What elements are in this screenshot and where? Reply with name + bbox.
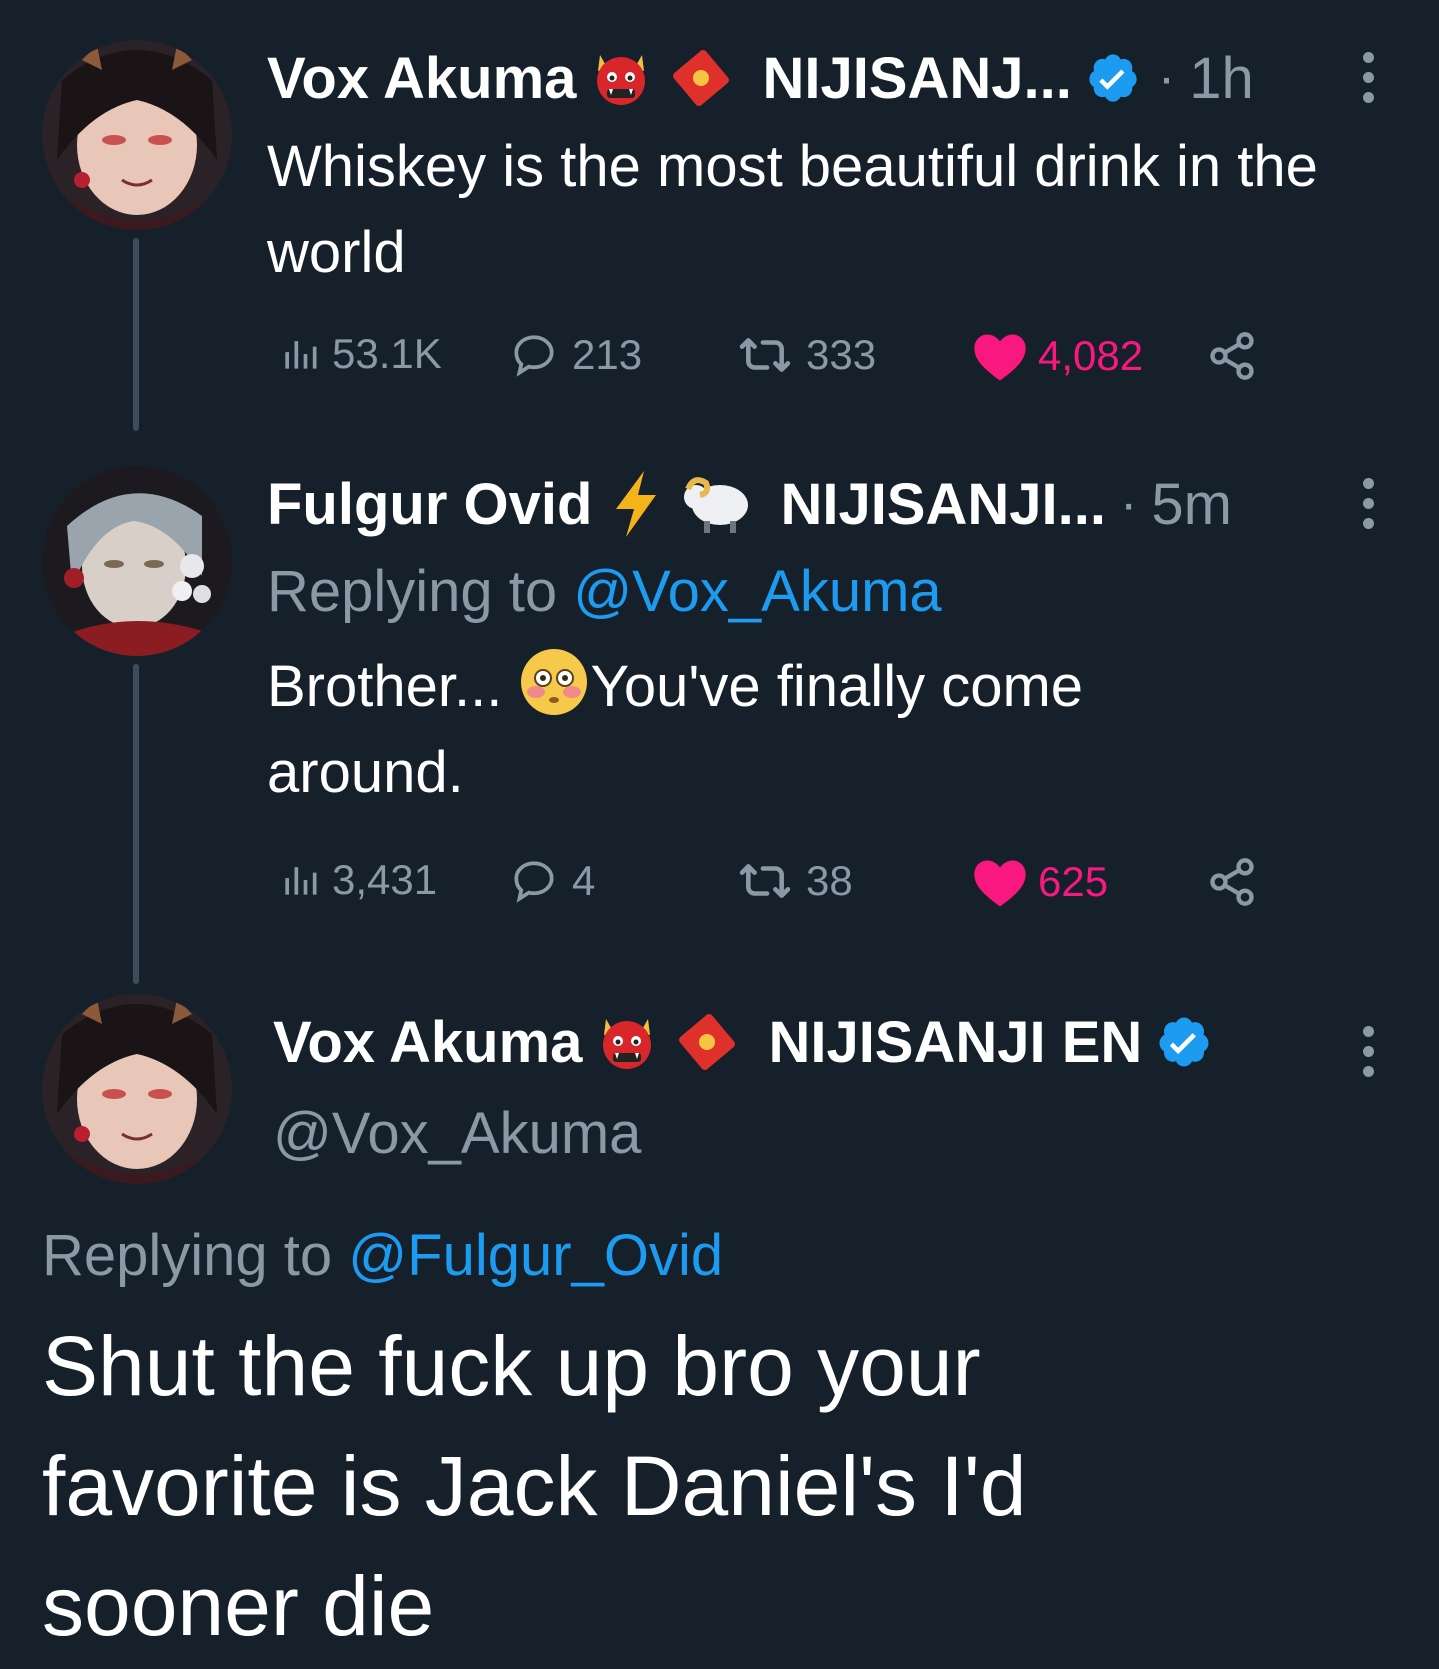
tweet2-text-before: Brother... [267, 654, 503, 719]
tweet2-author-name[interactable]: Fulgur Ovid [267, 471, 592, 538]
share-icon [1210, 858, 1254, 906]
verified-badge-icon [1089, 54, 1137, 102]
tweet2-replying-to-link[interactable]: @Vox_Akuma [573, 559, 941, 624]
tweet2-views-count: 3,431 [332, 856, 438, 903]
ogre-emoji-icon [597, 55, 646, 105]
tweet2-header: Fulgur Ovid NIJISANJI... · 5m [267, 464, 1232, 544]
tweet3-replying-line: Replying to @Fulgur_Ovid [42, 1222, 723, 1289]
tweet1-text: Whiskey is the most beautiful drink in t… [267, 134, 1318, 285]
tweet2-retweet-button[interactable]: 38 [734, 856, 853, 906]
tweet2-reply-button[interactable]: 4 [506, 856, 595, 906]
tweet1-like-button[interactable]: 4,082 [972, 330, 1143, 382]
tweet1-like-count: 4,082 [1038, 332, 1144, 379]
tweet3-handle[interactable]: @Vox_Akuma [273, 1100, 641, 1167]
ram-emoji-icon [684, 477, 749, 533]
tweet3-replying-prefix: Replying to [42, 1223, 333, 1288]
tweet1-time[interactable]: 1h [1189, 45, 1254, 112]
views-icon [285, 867, 317, 895]
tweet2-time[interactable]: 5m [1151, 471, 1232, 538]
tweet1-views[interactable]: 53.1K [278, 330, 442, 378]
tweet2-text: Brother... You've finally come around. [267, 644, 1267, 816]
avatar-vox-akuma-main[interactable] [42, 994, 232, 1184]
tweet2-replying-prefix: Replying to [267, 559, 558, 624]
retweet-icon [739, 864, 791, 898]
tweet2-replying-line: Replying to @Vox_Akuma [267, 558, 942, 625]
thread-line-2 [133, 664, 139, 984]
retweet-icon [739, 338, 791, 372]
tweet1-author-name[interactable]: Vox Akuma [267, 45, 576, 112]
avatar-fulgur-ovid[interactable] [42, 466, 232, 656]
tweet2-like-count: 625 [1038, 858, 1109, 905]
views-icon [285, 341, 317, 369]
heart-filled-icon [974, 334, 1026, 381]
tweet3-author-name[interactable]: Vox Akuma [273, 1009, 582, 1076]
tweet1-views-count: 53.1K [332, 330, 442, 377]
verified-badge-icon [1159, 1017, 1209, 1067]
reply-icon [514, 861, 554, 903]
avatar-vox-akuma[interactable] [42, 40, 232, 230]
tweet2-affiliation: NIJISANJI... [780, 471, 1106, 537]
red-envelope-emoji-icon [673, 50, 730, 106]
heart-filled-icon [974, 860, 1026, 907]
tweet2-share-button[interactable] [1206, 856, 1258, 908]
tweet2-reply-count: 4 [572, 857, 596, 904]
tweet1-separator: · [1157, 49, 1176, 107]
tweet1-header: Vox Akuma NIJISANJ... · 1h [267, 38, 1254, 118]
ogre-emoji-icon [603, 1019, 652, 1069]
tweet3-header: Vox Akuma NIJISANJI EN [273, 1002, 1212, 1082]
tweet1-retweet-count: 333 [806, 331, 877, 378]
flushed-face-emoji-icon [521, 649, 588, 715]
tweet2-more-options-icon[interactable] [1363, 478, 1377, 538]
thread-line-1 [133, 238, 139, 431]
tweet1-more-options-icon[interactable] [1363, 52, 1377, 112]
tweet1-reply-count: 213 [572, 331, 643, 378]
tweet3-affiliation: NIJISANJI EN [768, 1009, 1143, 1075]
tweet2-like-button[interactable]: 625 [972, 856, 1108, 908]
reply-icon [514, 335, 554, 377]
tweet2-views[interactable]: 3,431 [278, 856, 437, 904]
share-icon [1210, 332, 1254, 380]
lightning-emoji-icon [616, 471, 657, 537]
tweet2-separator: · [1119, 475, 1138, 533]
tweet3-replying-to-link[interactable]: @Fulgur_Ovid [348, 1223, 723, 1288]
tweet1-reply-button[interactable]: 213 [506, 330, 642, 380]
tweet2-retweet-count: 38 [806, 857, 853, 904]
red-envelope-emoji-icon [679, 1014, 736, 1070]
tweet1-share-button[interactable] [1206, 330, 1258, 382]
tweet1-affiliation: NIJISANJ... [762, 45, 1072, 111]
tweet1-retweet-button[interactable]: 333 [734, 330, 876, 380]
tweet3-text: Shut the fuck up bro your favorite is Ja… [42, 1319, 1027, 1653]
tweet3-more-options-icon[interactable] [1363, 1026, 1377, 1086]
